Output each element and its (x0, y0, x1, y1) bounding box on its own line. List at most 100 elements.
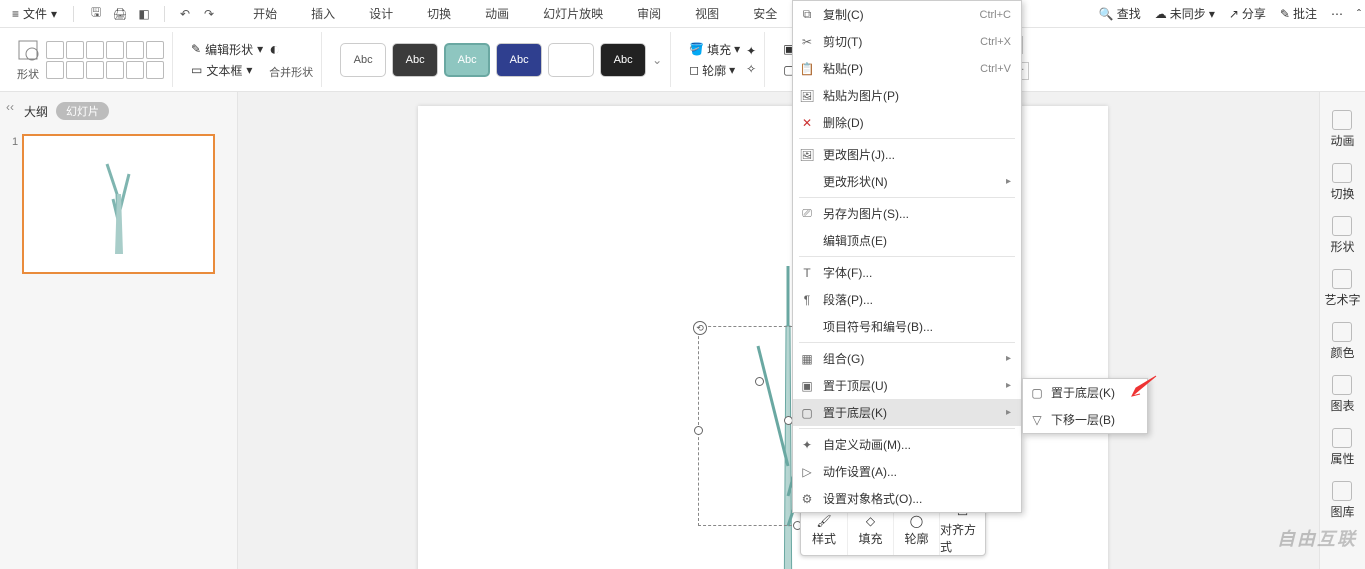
rside-transition[interactable]: 切换 (1330, 163, 1354, 202)
share-button[interactable]: ↗分享 (1229, 5, 1266, 22)
ctx-cut[interactable]: ✂剪切(T)Ctrl+X (793, 28, 1021, 55)
rside-label: 动画 (1330, 132, 1354, 149)
tab-slideshow[interactable]: 幻灯片放映 (541, 1, 605, 26)
rside-shape[interactable]: 形状 (1330, 216, 1354, 255)
ctx-label: 项目符号和编号(B)... (823, 318, 933, 335)
redo-icon[interactable]: ↷ (201, 6, 217, 22)
rside-label: 属性 (1330, 450, 1354, 467)
tab-design[interactable]: 设计 (367, 1, 395, 26)
tab-insert[interactable]: 插入 (309, 1, 337, 26)
font-icon: T (799, 266, 815, 280)
save-icon[interactable]: 🖫 (88, 6, 104, 22)
mini-label: 样式 (812, 530, 836, 547)
ctx-group[interactable]: ▦组合(G)▸ (793, 345, 1021, 372)
chevron-down-icon: ▾ (246, 63, 252, 77)
tab-start[interactable]: 开始 (251, 1, 279, 26)
ctx-bullets[interactable]: 项目符号和编号(B)... (793, 313, 1021, 340)
effects-a[interactable]: ✦ (746, 44, 756, 58)
rotate-handle[interactable]: ⟲ (693, 321, 707, 335)
tab-transition[interactable]: 切换 (425, 1, 453, 26)
file-label: 文件 (23, 5, 47, 22)
style-2[interactable]: Abc (392, 43, 438, 77)
rside-animation[interactable]: 动画 (1330, 110, 1354, 149)
outline-dropdown[interactable]: ◻轮廓▾ (689, 62, 740, 79)
style-1[interactable]: Abc (340, 43, 386, 77)
fill-label: 填充 (707, 41, 731, 58)
ctx-label: 更改图片(J)... (823, 146, 895, 163)
style-5[interactable] (548, 43, 594, 77)
props-icon (1332, 428, 1352, 448)
ctx-change-pic: 🖼更改图片(J)... (793, 141, 1021, 168)
merge-shapes-button[interactable]: ◐ 合并形状 (269, 39, 313, 80)
ctx-copy[interactable]: ⧉复制(C)Ctrl+C (793, 1, 1021, 28)
group-shapes: 形状 (8, 32, 173, 87)
search-button[interactable]: 🔍查找 (1099, 5, 1141, 22)
copy-icon: ⧉ (799, 7, 815, 22)
separator (164, 6, 165, 22)
ctx-label: 段落(P)... (823, 291, 873, 308)
paste-pic-icon: 🖼 (799, 89, 815, 103)
fill-dropdown[interactable]: 🪣填充▾ (689, 41, 740, 58)
tab-animation[interactable]: 动画 (483, 1, 511, 26)
back-icon: ▢ (1029, 386, 1045, 400)
slides-tab[interactable]: 幻灯片 (56, 102, 109, 120)
rside-gallery[interactable]: 图库 (1330, 481, 1354, 520)
file-menu[interactable]: ≡ 文件 ▾ (4, 3, 65, 24)
ctx-delete[interactable]: ✕删除(D) (793, 109, 1021, 136)
slide-thumbnail-1[interactable]: 1 (22, 134, 215, 274)
tab-view[interactable]: 视图 (693, 1, 721, 26)
style-4[interactable]: Abc (496, 43, 542, 77)
chevron-up-icon[interactable]: ˆ (1357, 7, 1361, 21)
rside-label: 图库 (1330, 503, 1354, 520)
ctx-label: 组合(G) (823, 350, 864, 367)
rside-props[interactable]: 属性 (1330, 428, 1354, 467)
merge-icon: ◐ (269, 39, 313, 60)
style-expand-icon[interactable]: ⌄ (652, 53, 662, 67)
ctx-label: 剪切(T) (823, 33, 862, 50)
textbox-button[interactable]: ▭文本框▾ (191, 62, 263, 79)
workspace: ‹‹ 大纲 幻灯片 1 ⟲ (0, 92, 1365, 569)
preview-icon[interactable]: ◧ (136, 6, 152, 22)
sync-button[interactable]: ☁未同步▾ (1155, 5, 1215, 22)
style-6[interactable]: Abc (600, 43, 646, 77)
tab-review[interactable]: 审阅 (635, 1, 663, 26)
collapse-icon[interactable]: ‹‹ (6, 100, 14, 114)
ctx-paragraph[interactable]: ¶段落(P)... (793, 286, 1021, 313)
shape-gallery[interactable] (46, 41, 164, 79)
ctx-send-back[interactable]: ▢置于底层(K)▸ (793, 399, 1021, 426)
chevron-down-icon: ▾ (257, 42, 263, 56)
ctx-paste-pic[interactable]: 🖼粘贴为图片(P) (793, 82, 1021, 109)
ctx-edit-points[interactable]: 编辑顶点(E) (793, 227, 1021, 254)
outline-tab[interactable]: 大纲 (24, 103, 48, 120)
ctx-label: 自定义动画(M)... (823, 436, 911, 453)
rside-label: 图表 (1330, 397, 1354, 414)
ctx-custom-anim[interactable]: ✦自定义动画(M)... (793, 431, 1021, 458)
ctx-save-pic[interactable]: ⎚另存为图片(S)... (793, 200, 1021, 227)
rside-color[interactable]: 颜色 (1330, 322, 1354, 361)
group-styles: Abc Abc Abc Abc Abc ⌄ (332, 32, 671, 87)
print-icon[interactable]: 🖨 (112, 6, 128, 22)
sub-down-one[interactable]: ▽下移一层(B) (1023, 406, 1147, 433)
separator (799, 256, 1015, 257)
undo-icon[interactable]: ↶ (177, 6, 193, 22)
tab-security[interactable]: 安全 (751, 1, 779, 26)
ctx-format[interactable]: ⚙设置对象格式(O)... (793, 485, 1021, 512)
ctx-paste[interactable]: 📋粘贴(P)Ctrl+V (793, 55, 1021, 82)
effects-b[interactable]: ✧ (746, 62, 756, 76)
rside-wordart[interactable]: 艺术字 (1324, 269, 1360, 308)
shapes-dropdown[interactable]: 形状 (16, 38, 40, 82)
rside-chart[interactable]: 图表 (1330, 375, 1354, 414)
canvas[interactable]: ⟲ (238, 92, 1319, 569)
ctx-change-shape[interactable]: 更改形状(N)▸ (793, 168, 1021, 195)
ctx-bring-front[interactable]: ▣置于顶层(U)▸ (793, 372, 1021, 399)
handle-inner-1[interactable] (755, 377, 764, 386)
style-3-selected[interactable]: Abc (444, 43, 490, 77)
handle-w[interactable] (694, 426, 703, 435)
chevron-right-icon: ▸ (1006, 380, 1011, 391)
ctx-font[interactable]: T字体(F)... (793, 259, 1021, 286)
action-icon: ▷ (799, 465, 815, 479)
comment-button[interactable]: ✎批注 (1280, 5, 1317, 22)
edit-shape-button[interactable]: ✎编辑形状▾ (191, 41, 263, 58)
outline-pane: ‹‹ 大纲 幻灯片 1 (0, 92, 238, 569)
more-icon[interactable]: ⋯ (1331, 7, 1343, 21)
